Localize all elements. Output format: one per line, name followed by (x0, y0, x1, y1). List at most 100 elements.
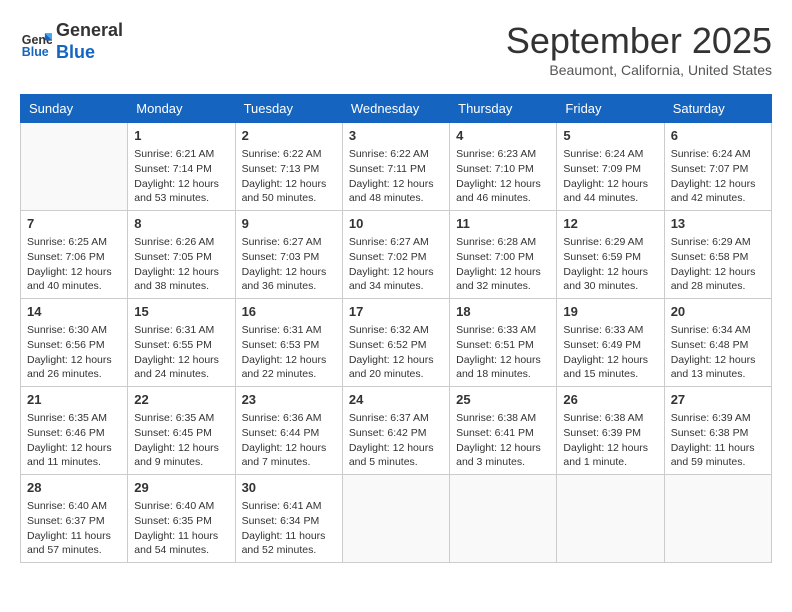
day-info: Sunrise: 6:36 AMSunset: 6:44 PMDaylight:… (242, 411, 336, 470)
weekday-header: Monday (128, 95, 235, 123)
day-info: Sunrise: 6:39 AMSunset: 6:38 PMDaylight:… (671, 411, 765, 470)
day-info: Sunrise: 6:34 AMSunset: 6:48 PMDaylight:… (671, 323, 765, 382)
day-info: Sunrise: 6:30 AMSunset: 6:56 PMDaylight:… (27, 323, 121, 382)
location: Beaumont, California, United States (506, 62, 772, 78)
day-info: Sunrise: 6:32 AMSunset: 6:52 PMDaylight:… (349, 323, 443, 382)
day-cell: 9 Sunrise: 6:27 AMSunset: 7:03 PMDayligh… (235, 211, 342, 299)
empty-day-cell (664, 475, 771, 563)
day-cell: 16 Sunrise: 6:31 AMSunset: 6:53 PMDaylig… (235, 299, 342, 387)
day-cell: 22 Sunrise: 6:35 AMSunset: 6:45 PMDaylig… (128, 387, 235, 475)
day-cell: 25 Sunrise: 6:38 AMSunset: 6:41 PMDaylig… (450, 387, 557, 475)
day-cell: 19 Sunrise: 6:33 AMSunset: 6:49 PMDaylig… (557, 299, 664, 387)
empty-day-cell (21, 123, 128, 211)
day-info: Sunrise: 6:40 AMSunset: 6:37 PMDaylight:… (27, 499, 121, 558)
day-cell: 4 Sunrise: 6:23 AMSunset: 7:10 PMDayligh… (450, 123, 557, 211)
day-number: 10 (349, 215, 443, 233)
day-cell: 24 Sunrise: 6:37 AMSunset: 6:42 PMDaylig… (342, 387, 449, 475)
day-cell: 3 Sunrise: 6:22 AMSunset: 7:11 PMDayligh… (342, 123, 449, 211)
calendar-week-row: 1 Sunrise: 6:21 AMSunset: 7:14 PMDayligh… (21, 123, 772, 211)
day-number: 28 (27, 479, 121, 497)
day-info: Sunrise: 6:29 AMSunset: 6:58 PMDaylight:… (671, 235, 765, 294)
day-cell: 28 Sunrise: 6:40 AMSunset: 6:37 PMDaylig… (21, 475, 128, 563)
day-number: 29 (134, 479, 228, 497)
day-info: Sunrise: 6:41 AMSunset: 6:34 PMDaylight:… (242, 499, 336, 558)
calendar-week-row: 7 Sunrise: 6:25 AMSunset: 7:06 PMDayligh… (21, 211, 772, 299)
day-number: 5 (563, 127, 657, 145)
day-cell: 14 Sunrise: 6:30 AMSunset: 6:56 PMDaylig… (21, 299, 128, 387)
logo-text: General Blue (56, 20, 123, 63)
day-cell: 21 Sunrise: 6:35 AMSunset: 6:46 PMDaylig… (21, 387, 128, 475)
day-info: Sunrise: 6:24 AMSunset: 7:07 PMDaylight:… (671, 147, 765, 206)
day-cell: 7 Sunrise: 6:25 AMSunset: 7:06 PMDayligh… (21, 211, 128, 299)
day-info: Sunrise: 6:22 AMSunset: 7:13 PMDaylight:… (242, 147, 336, 206)
day-number: 7 (27, 215, 121, 233)
day-cell: 30 Sunrise: 6:41 AMSunset: 6:34 PMDaylig… (235, 475, 342, 563)
day-info: Sunrise: 6:26 AMSunset: 7:05 PMDaylight:… (134, 235, 228, 294)
day-info: Sunrise: 6:24 AMSunset: 7:09 PMDaylight:… (563, 147, 657, 206)
day-cell: 12 Sunrise: 6:29 AMSunset: 6:59 PMDaylig… (557, 211, 664, 299)
day-cell: 17 Sunrise: 6:32 AMSunset: 6:52 PMDaylig… (342, 299, 449, 387)
day-info: Sunrise: 6:28 AMSunset: 7:00 PMDaylight:… (456, 235, 550, 294)
day-info: Sunrise: 6:23 AMSunset: 7:10 PMDaylight:… (456, 147, 550, 206)
day-info: Sunrise: 6:38 AMSunset: 6:41 PMDaylight:… (456, 411, 550, 470)
day-cell: 18 Sunrise: 6:33 AMSunset: 6:51 PMDaylig… (450, 299, 557, 387)
day-number: 3 (349, 127, 443, 145)
day-number: 15 (134, 303, 228, 321)
day-info: Sunrise: 6:33 AMSunset: 6:51 PMDaylight:… (456, 323, 550, 382)
logo: General Blue General Blue (20, 20, 123, 63)
page-header: General Blue General Blue September 2025… (20, 20, 772, 78)
day-number: 2 (242, 127, 336, 145)
month-title: September 2025 (506, 20, 772, 62)
day-number: 25 (456, 391, 550, 409)
day-cell: 8 Sunrise: 6:26 AMSunset: 7:05 PMDayligh… (128, 211, 235, 299)
day-number: 17 (349, 303, 443, 321)
day-number: 26 (563, 391, 657, 409)
day-number: 8 (134, 215, 228, 233)
day-number: 6 (671, 127, 765, 145)
day-number: 13 (671, 215, 765, 233)
day-info: Sunrise: 6:25 AMSunset: 7:06 PMDaylight:… (27, 235, 121, 294)
svg-text:Blue: Blue (22, 45, 49, 58)
day-number: 18 (456, 303, 550, 321)
day-number: 16 (242, 303, 336, 321)
weekday-header-row: SundayMondayTuesdayWednesdayThursdayFrid… (21, 95, 772, 123)
day-cell: 5 Sunrise: 6:24 AMSunset: 7:09 PMDayligh… (557, 123, 664, 211)
day-info: Sunrise: 6:35 AMSunset: 6:46 PMDaylight:… (27, 411, 121, 470)
day-cell: 27 Sunrise: 6:39 AMSunset: 6:38 PMDaylig… (664, 387, 771, 475)
empty-day-cell (342, 475, 449, 563)
day-info: Sunrise: 6:37 AMSunset: 6:42 PMDaylight:… (349, 411, 443, 470)
title-block: September 2025 Beaumont, California, Uni… (506, 20, 772, 78)
day-number: 23 (242, 391, 336, 409)
weekday-header: Friday (557, 95, 664, 123)
day-info: Sunrise: 6:27 AMSunset: 7:02 PMDaylight:… (349, 235, 443, 294)
logo-icon: General Blue (20, 26, 52, 58)
day-number: 14 (27, 303, 121, 321)
weekday-header: Wednesday (342, 95, 449, 123)
day-info: Sunrise: 6:29 AMSunset: 6:59 PMDaylight:… (563, 235, 657, 294)
day-cell: 20 Sunrise: 6:34 AMSunset: 6:48 PMDaylig… (664, 299, 771, 387)
day-number: 4 (456, 127, 550, 145)
day-info: Sunrise: 6:40 AMSunset: 6:35 PMDaylight:… (134, 499, 228, 558)
day-cell: 1 Sunrise: 6:21 AMSunset: 7:14 PMDayligh… (128, 123, 235, 211)
calendar-week-row: 14 Sunrise: 6:30 AMSunset: 6:56 PMDaylig… (21, 299, 772, 387)
day-number: 27 (671, 391, 765, 409)
calendar-week-row: 21 Sunrise: 6:35 AMSunset: 6:46 PMDaylig… (21, 387, 772, 475)
day-info: Sunrise: 6:35 AMSunset: 6:45 PMDaylight:… (134, 411, 228, 470)
day-info: Sunrise: 6:31 AMSunset: 6:55 PMDaylight:… (134, 323, 228, 382)
calendar-table: SundayMondayTuesdayWednesdayThursdayFrid… (20, 94, 772, 563)
day-cell: 11 Sunrise: 6:28 AMSunset: 7:00 PMDaylig… (450, 211, 557, 299)
day-number: 11 (456, 215, 550, 233)
day-cell: 29 Sunrise: 6:40 AMSunset: 6:35 PMDaylig… (128, 475, 235, 563)
day-number: 21 (27, 391, 121, 409)
day-number: 1 (134, 127, 228, 145)
calendar-week-row: 28 Sunrise: 6:40 AMSunset: 6:37 PMDaylig… (21, 475, 772, 563)
day-number: 22 (134, 391, 228, 409)
empty-day-cell (450, 475, 557, 563)
day-info: Sunrise: 6:38 AMSunset: 6:39 PMDaylight:… (563, 411, 657, 470)
weekday-header: Saturday (664, 95, 771, 123)
day-cell: 6 Sunrise: 6:24 AMSunset: 7:07 PMDayligh… (664, 123, 771, 211)
day-cell: 23 Sunrise: 6:36 AMSunset: 6:44 PMDaylig… (235, 387, 342, 475)
day-cell: 15 Sunrise: 6:31 AMSunset: 6:55 PMDaylig… (128, 299, 235, 387)
day-cell: 10 Sunrise: 6:27 AMSunset: 7:02 PMDaylig… (342, 211, 449, 299)
day-number: 24 (349, 391, 443, 409)
